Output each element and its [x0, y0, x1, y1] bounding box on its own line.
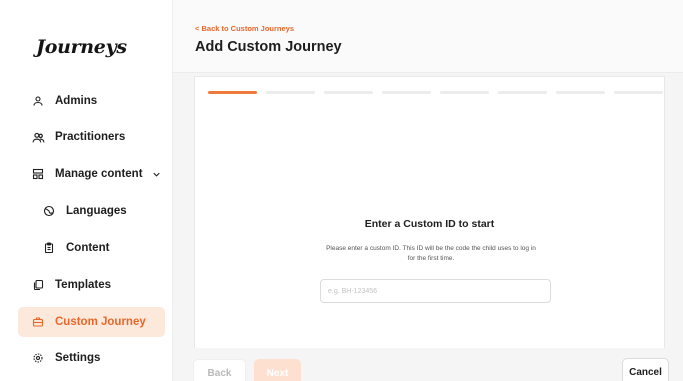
- sidebar-item-label: Languages: [66, 205, 127, 217]
- copy-icon: [30, 277, 46, 293]
- step-indicator: [614, 91, 663, 94]
- step-indicator: [498, 91, 547, 94]
- sidebar-item-label: Practitioners: [55, 131, 126, 143]
- back-link-label: Back to Custom Journeys: [201, 24, 295, 33]
- sidebar-item-custom-journey[interactable]: Custom Journey: [18, 307, 165, 337]
- back-link[interactable]: < Back to Custom Journeys: [195, 24, 294, 33]
- briefcase-icon: [30, 314, 46, 330]
- app-logo: Journeys: [36, 36, 127, 58]
- main-content: Enter a Custom ID to start Please enter …: [173, 73, 683, 381]
- sidebar-item-manage-content[interactable]: Manage content: [18, 159, 165, 189]
- sidebar-item-label: Templates: [55, 279, 112, 291]
- back-button[interactable]: Back: [193, 359, 246, 381]
- card-description: Please enter a custom ID. This ID will b…: [326, 245, 536, 262]
- chevron-left-icon: <: [195, 24, 200, 33]
- step-indicator: [440, 91, 489, 94]
- step-indicator: [208, 91, 257, 94]
- sidebar-item-label: Custom Journey: [55, 316, 146, 328]
- custom-id-input[interactable]: [320, 279, 551, 303]
- globe-icon: [41, 203, 57, 219]
- gear-icon: [30, 350, 46, 366]
- sidebar-item-label: Admins: [55, 95, 98, 107]
- footer-actions: Back Next Cancel: [173, 349, 683, 381]
- sidebar-item-label: Content: [66, 242, 110, 254]
- sidebar-item-admins[interactable]: Admins: [18, 86, 165, 116]
- page-title: Add Custom Journey: [195, 39, 342, 55]
- step-indicator: [324, 91, 373, 94]
- sidebar-item-content[interactable]: Content: [18, 233, 165, 263]
- progress-stepper: [208, 91, 672, 94]
- sidebar-item-practitioners[interactable]: Practitioners: [18, 122, 165, 152]
- step-indicator: [556, 91, 605, 94]
- step-indicator: [266, 91, 315, 94]
- step-indicator: [382, 91, 431, 94]
- clipboard-icon: [41, 240, 57, 256]
- sidebar-item-templates[interactable]: Templates: [18, 270, 165, 300]
- cancel-button[interactable]: Cancel: [622, 358, 669, 381]
- user-icon: [30, 93, 46, 109]
- wizard-card: Enter a Custom ID to start Please enter …: [194, 76, 665, 348]
- chevron-down-icon[interactable]: [151, 169, 162, 180]
- sidebar-item-languages[interactable]: Languages: [18, 196, 165, 226]
- sidebar-item-label: Manage content: [55, 168, 143, 180]
- users-icon: [30, 129, 46, 145]
- sidebar-item-label: Settings: [55, 352, 101, 364]
- page-header: < Back to Custom Journeys Add Custom Jou…: [173, 0, 683, 73]
- next-button[interactable]: Next: [254, 359, 301, 381]
- layout-icon: [30, 166, 46, 182]
- sidebar: Journeys Admins Practitioners Manage con…: [0, 0, 173, 381]
- card-heading: Enter a Custom ID to start: [364, 218, 495, 230]
- sidebar-item-settings[interactable]: Settings: [18, 343, 165, 373]
